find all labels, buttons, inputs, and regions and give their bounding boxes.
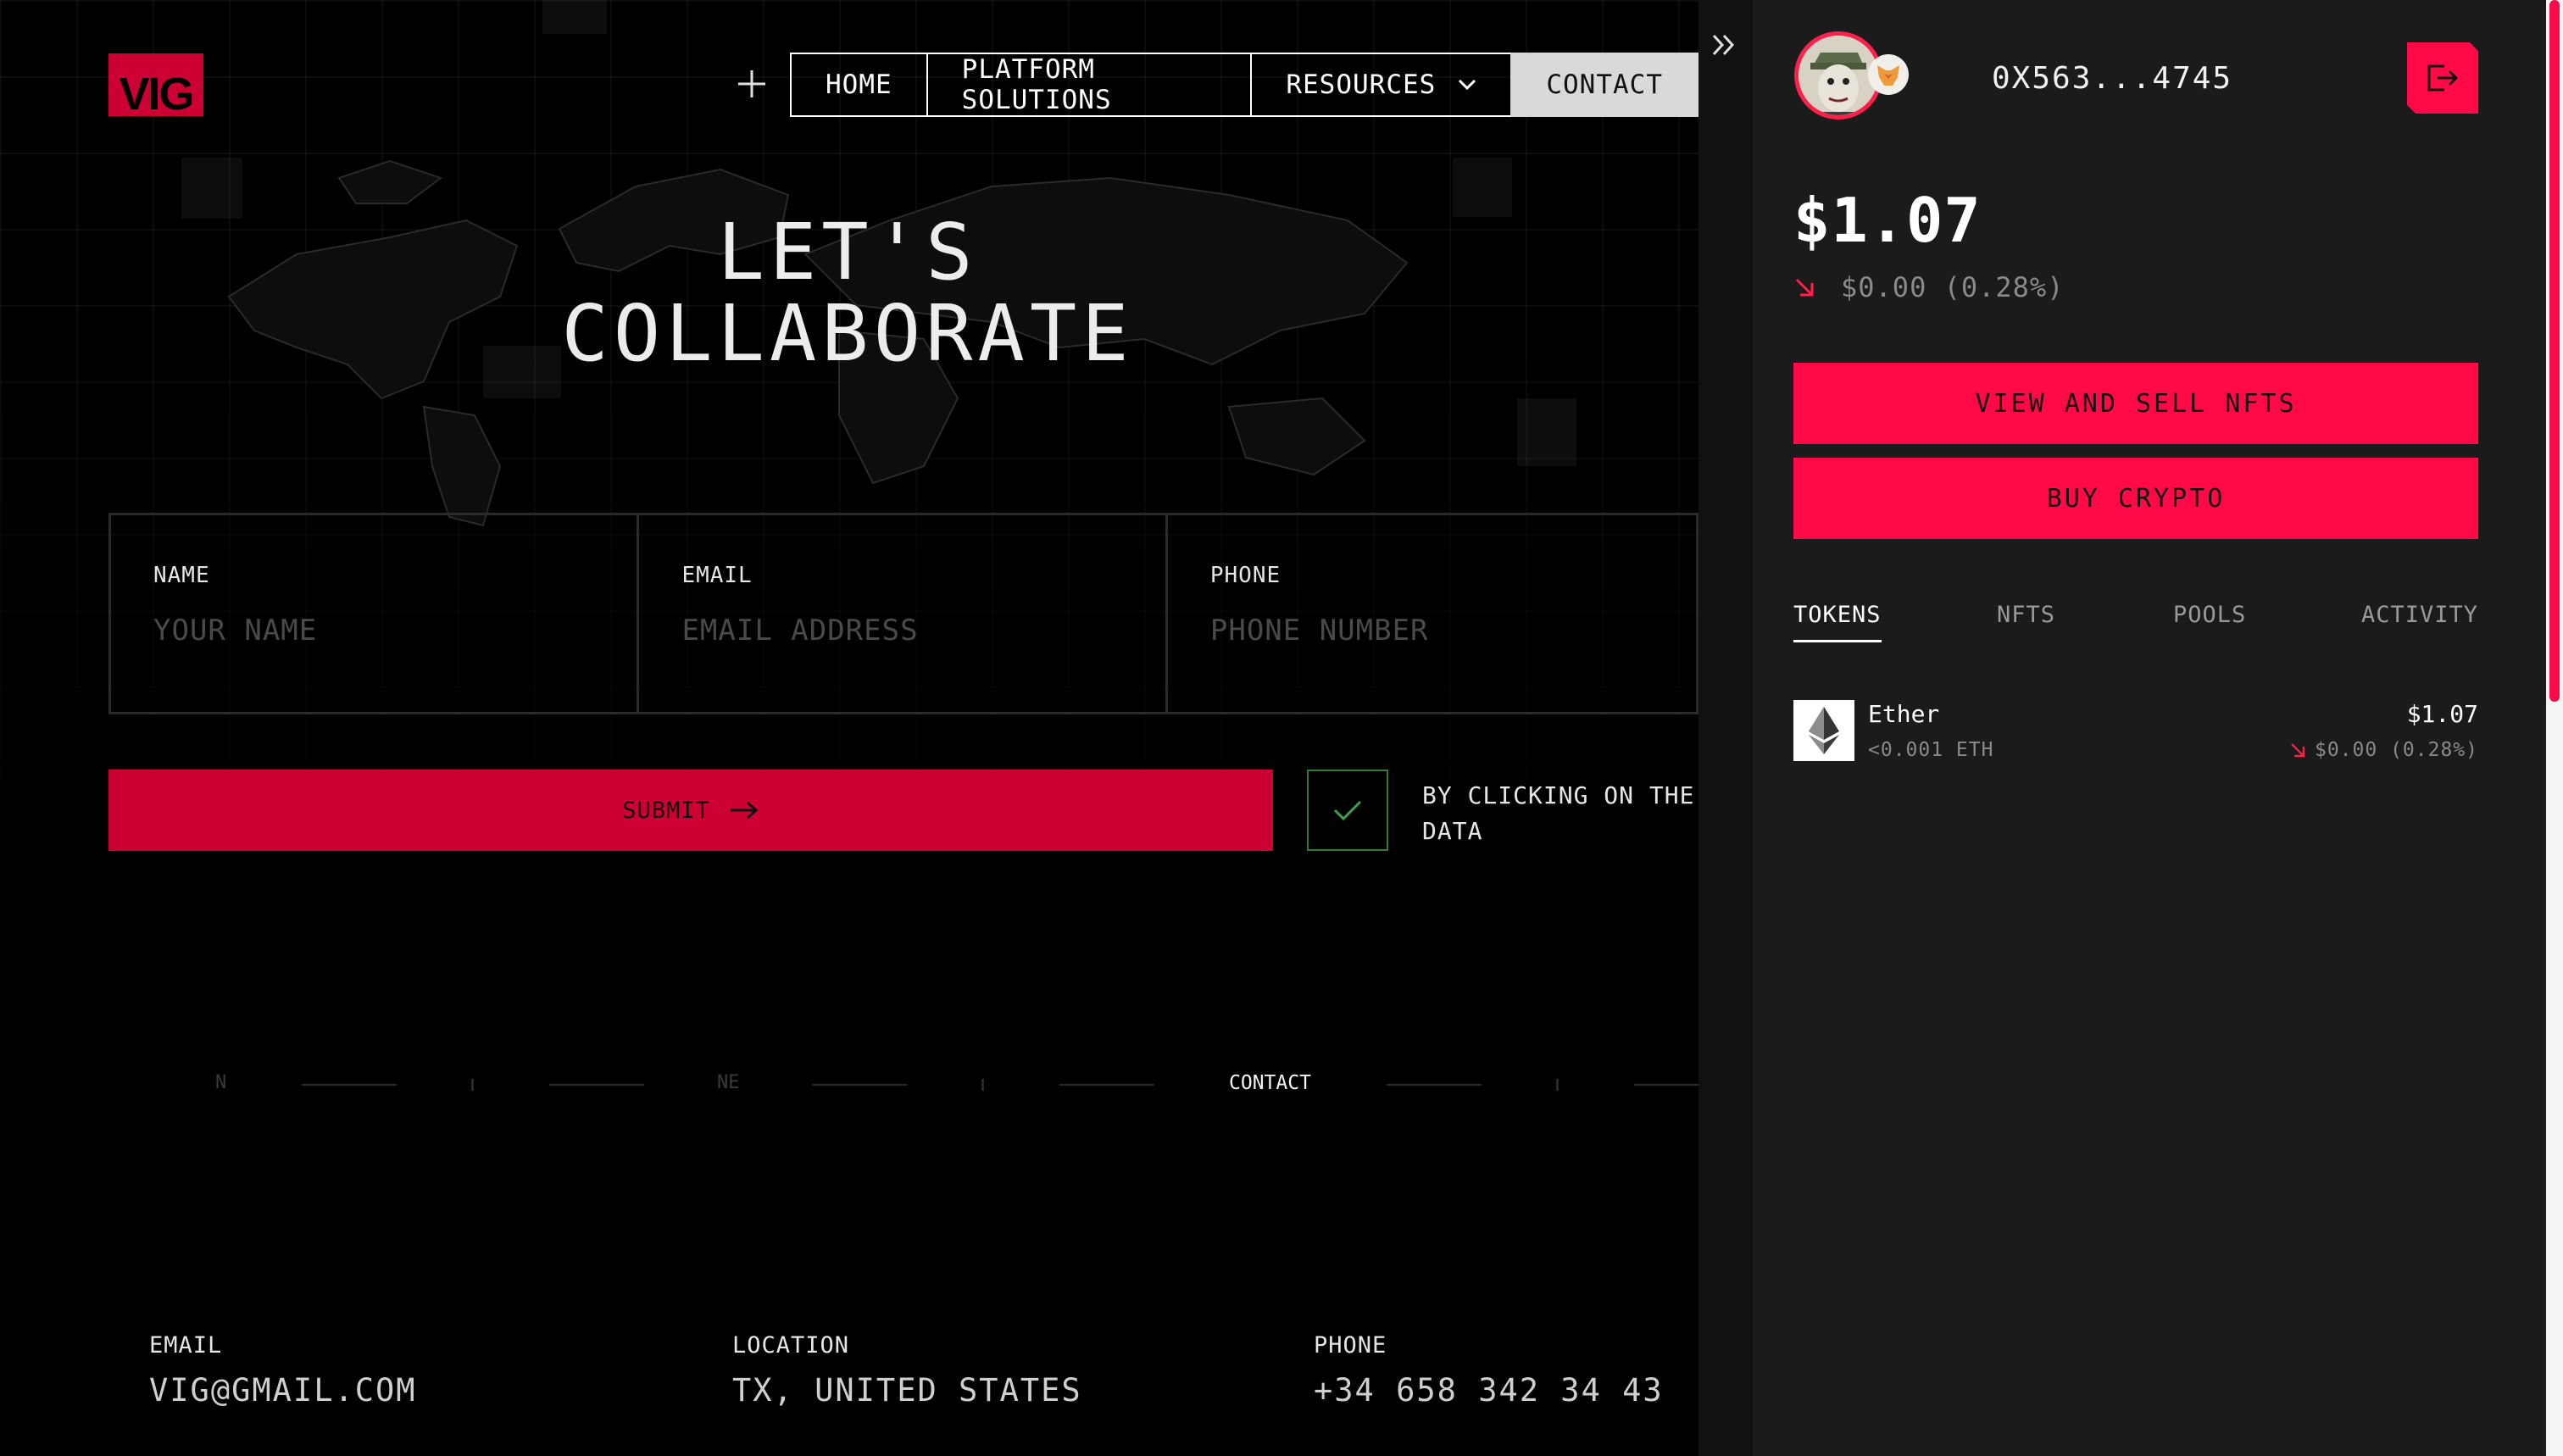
logout-button[interactable] [2407,42,2478,114]
view-and-sell-nfts-button[interactable]: VIEW AND SELL NFTS [1793,363,2478,444]
compass-tick [981,1079,984,1091]
wallet-address[interactable]: 0X563...4745 [1992,61,2232,96]
phone-input[interactable] [1209,614,1654,647]
fox-icon [1877,65,1899,86]
svg-text:VIG: VIG [119,69,192,116]
ethereum-icon [1793,700,1854,761]
nav-resources-label: RESOURCES [1286,69,1437,100]
tab-pools-label: POOLS [2173,602,2247,628]
logout-icon [2427,64,2459,92]
view-and-sell-nfts-label: VIEW AND SELL NFTS [1975,388,2297,419]
compass-line [1634,1084,1698,1086]
tab-nfts[interactable]: NFTS [1997,602,2055,640]
compass-label-current: CONTACT [1229,1072,1311,1094]
tab-pools[interactable]: POOLS [2173,602,2246,640]
footer-location-label: LOCATION [732,1332,850,1359]
footer-email-value[interactable]: VIG@GMAIL.COM [149,1372,417,1409]
email-label: EMAIL [681,563,753,588]
arrow-right-icon [730,801,759,820]
nav-home-label: HOME [826,69,892,100]
consent-text-line-1: BY CLICKING ON THE BUTTO [1422,781,1698,809]
consent-text-line-2: DATA [1422,817,1483,845]
token-name: Ether [1868,700,1940,728]
token-change: $0.00 (0.28%) [2289,739,2478,761]
name-field-cell: NAME [111,515,640,712]
buy-crypto-label: BUY CRYPTO [2046,483,2226,514]
vig-logo[interactable]: VIG [108,53,203,116]
nav-platform-solutions[interactable]: PLATFORM SOLUTIONS [926,53,1253,117]
compass-line [1059,1084,1154,1086]
compass-label-ne: NE [717,1072,740,1093]
page-title-line-1: LET'S [717,207,978,297]
nav-resources[interactable]: RESOURCES [1250,53,1513,117]
ethereum-glyph [1809,707,1839,754]
footer-phone: PHONE +34 658 342 34 43 [1314,1332,1664,1409]
balance-change-value: $0.00 (0.28%) [1841,271,2065,303]
wallet-tabs: TOKENS NFTS POOLS ACTIVITY [1793,602,2478,644]
token-amount: <0.001 ETH [1868,739,1994,761]
compass-line [302,1084,397,1086]
nav-contact-label: CONTACT [1546,69,1663,100]
collapse-drawer-icon[interactable] [1710,31,1739,59]
metamask-icon [1868,54,1909,95]
trend-down-icon [1795,278,1814,297]
consent-checkbox[interactable] [1307,770,1388,851]
tab-activity[interactable]: ACTIVITY [2361,602,2478,640]
token-change-value: $0.00 (0.28%) [2314,739,2478,761]
compass-tick [471,1079,474,1091]
footer-phone-value[interactable]: +34 658 342 34 43 [1314,1372,1664,1409]
compass-line [1387,1084,1482,1086]
consent-text: BY CLICKING ON THE BUTTO DATA [1422,778,1698,849]
tab-nfts-label: NFTS [1997,602,2056,628]
phone-label: PHONE [1209,563,1282,588]
tab-activity-label: ACTIVITY [2360,602,2478,628]
nav-home[interactable]: HOME [790,53,928,117]
contact-page: VIG HOME PLATFORM SOLUTIONS RESOURCES CO… [0,0,1698,1456]
nav-platform-solutions-label: PLATFORM SOLUTIONS [961,54,1112,115]
buy-crypto-button[interactable]: BUY CRYPTO [1793,458,2478,539]
footer-location-value: TX, UNITED STATES [732,1372,1082,1409]
nav-contact[interactable]: CONTACT [1510,53,1698,117]
avatar-image [1799,36,1878,115]
section-compass: N NE CONTACT [170,1072,1698,1098]
submit-button[interactable]: SUBMIT [108,770,1273,851]
trend-down-icon [2291,743,2305,758]
compass-tick [1556,1079,1559,1091]
email-input[interactable] [681,614,1123,647]
name-input[interactable] [153,614,595,647]
page-title: LET'S COLLABORATE [424,212,1271,375]
footer-email: EMAIL VIG@GMAIL.COM [149,1332,417,1409]
page-title-line-2: COLLABORATE [561,288,1134,379]
scrollbar-thumb[interactable] [2549,0,2560,702]
compass-line [549,1084,644,1086]
tab-tokens[interactable]: TOKENS [1793,602,1882,642]
footer-phone-label: PHONE [1314,1332,1387,1359]
compass-label-n: N [215,1072,227,1093]
contact-form: NAME EMAIL PHONE [108,513,1698,714]
token-value: $1.07 [2406,700,2478,728]
balance-change: $0.00 (0.28%) [1793,271,2064,303]
drawer-edge [1698,0,1753,1456]
check-icon [1333,800,1362,821]
phone-field-cell: PHONE [1168,515,1696,712]
wallet-balance: $1.07 [1793,185,1982,256]
plus-icon[interactable] [736,68,768,100]
chevron-down-icon [1459,79,1476,91]
main-nav: HOME PLATFORM SOLUTIONS RESOURCES CONTAC… [790,53,1698,117]
tab-tokens-label: TOKENS [1793,602,1882,628]
compass-line [812,1084,907,1086]
footer-email-label: EMAIL [149,1332,223,1359]
submit-label: SUBMIT [622,797,710,824]
email-field-cell: EMAIL [639,515,1168,712]
footer-location: LOCATION TX, UNITED STATES [732,1332,1082,1409]
grid-block [542,0,607,34]
name-label: NAME [153,563,210,588]
token-row-ether[interactable]: Ether <0.001 ETH $1.07 $0.00 (0.28%) [1793,700,2478,763]
